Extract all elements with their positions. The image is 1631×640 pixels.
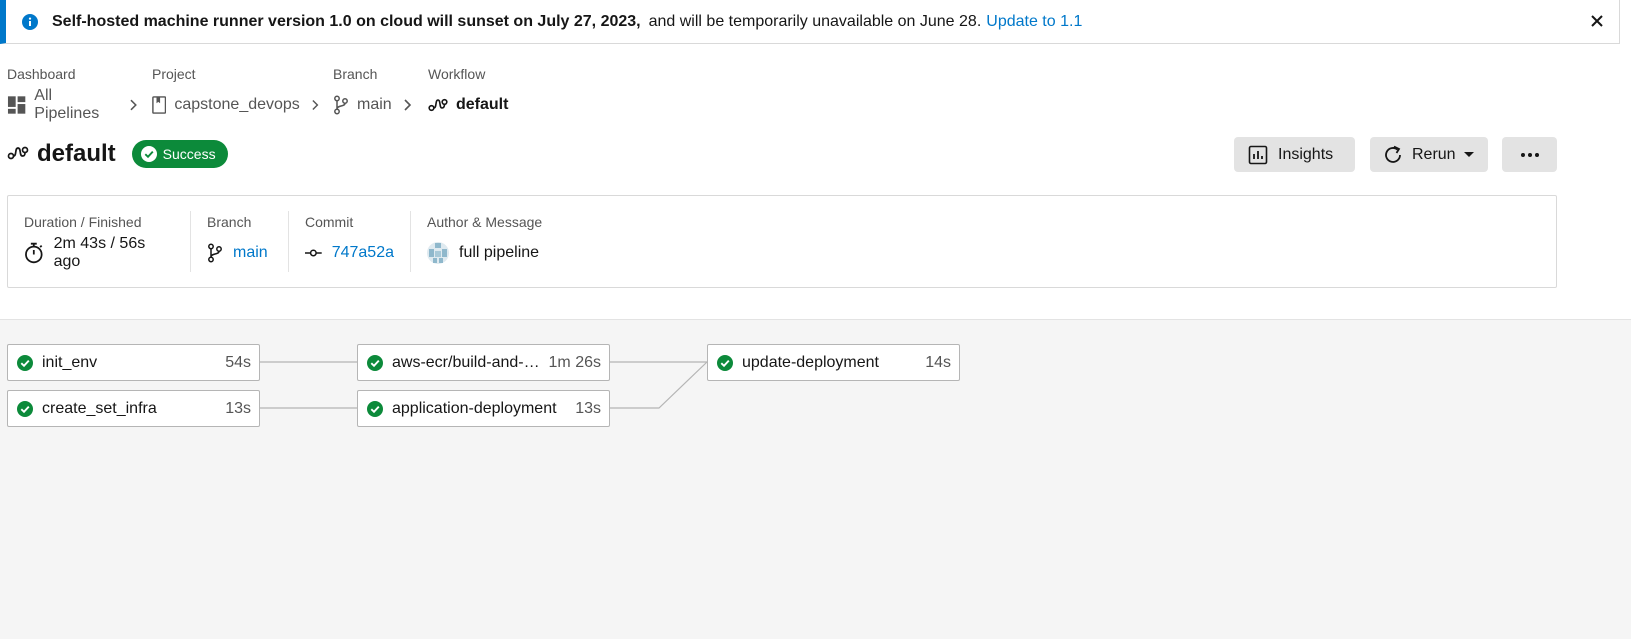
job-duration: 54s — [225, 353, 251, 371]
more-options-button[interactable] — [1502, 137, 1557, 172]
success-icon — [17, 400, 33, 417]
job-duration: 13s — [575, 399, 601, 417]
close-icon[interactable] — [1589, 13, 1605, 29]
duration-label: Duration / Finished — [24, 214, 142, 230]
job-name: create_set_infra — [42, 399, 157, 417]
author-label: Author & Message — [427, 214, 543, 230]
chevron-right-icon — [130, 99, 138, 111]
insights-button[interactable]: Insights — [1234, 137, 1355, 172]
job-name: update-deployment — [742, 353, 879, 371]
breadcrumb-label: Project — [152, 66, 196, 82]
job-name: aws-ecr/build-and-pu… — [392, 353, 547, 371]
chevron-right-icon — [404, 99, 411, 111]
rerun-label: Rerun — [1412, 145, 1456, 163]
job-update-deployment[interactable]: update-deployment 14s — [707, 344, 960, 381]
success-icon — [367, 400, 383, 417]
breadcrumb-label: Branch — [333, 66, 378, 82]
job-duration: 1m 26s — [548, 353, 601, 371]
banner-text: and will be temporarily unavailable on J… — [648, 12, 982, 30]
success-icon — [367, 354, 383, 371]
duration-value: 2m 43s / 56s ago — [53, 235, 146, 270]
check-circle-icon — [140, 146, 157, 162]
success-icon — [17, 354, 33, 371]
branch-link[interactable]: main — [233, 244, 268, 262]
breadcrumb-label: Dashboard — [7, 66, 76, 82]
rerun-button[interactable]: Rerun — [1370, 137, 1488, 172]
summary-branch: Branch main — [191, 211, 289, 272]
breadcrumb-value: main — [357, 96, 392, 113]
summary-commit: Commit 747a52a — [289, 211, 411, 272]
branch-label: Branch — [207, 214, 252, 230]
job-name: application-deployment — [392, 399, 557, 417]
page-title: default — [37, 140, 116, 167]
page-header: default Success — [7, 140, 228, 168]
update-link[interactable]: Update to 1.1 — [986, 13, 1082, 31]
summary-author-message: Author & Message full pipeline — [411, 211, 558, 272]
commit-label: Commit — [305, 214, 354, 230]
commit-icon — [305, 249, 322, 257]
insights-icon — [1248, 145, 1268, 164]
breadcrumb: Dashboard All Pipelines Project capstone… — [7, 66, 508, 122]
dashboard-icon — [7, 96, 26, 114]
commit-message: full pipeline — [459, 244, 540, 261]
project-icon — [152, 96, 167, 114]
branch-icon — [208, 243, 222, 263]
status-text: Success — [162, 146, 216, 162]
rerun-icon — [1385, 145, 1401, 163]
breadcrumb-label: Workflow — [428, 66, 486, 82]
breadcrumb-dashboard[interactable]: Dashboard All Pipelines — [7, 66, 152, 122]
workflow-icon — [428, 98, 448, 112]
success-icon — [717, 354, 733, 371]
breadcrumb-project[interactable]: Project capstone_devops — [152, 66, 333, 116]
breadcrumb-workflow: Workflow default — [428, 66, 508, 116]
more-horizontal-icon — [1520, 152, 1539, 157]
info-icon — [22, 13, 38, 30]
job-name: init_env — [42, 353, 98, 371]
avatar — [427, 242, 449, 264]
commit-link[interactable]: 747a52a — [332, 244, 394, 262]
banner-bold-text: Self-hosted machine runner version 1.0 o… — [52, 12, 641, 30]
insights-label: Insights — [1278, 145, 1334, 163]
job-aws-ecr-build-and-push[interactable]: aws-ecr/build-and-pu… 1m 26s — [357, 344, 610, 381]
job-init-env[interactable]: init_env 54s — [7, 344, 260, 381]
chevron-right-icon — [312, 99, 319, 111]
workflow-graph: init_env 54s create_set_infra 13s aws-ec… — [0, 319, 1631, 639]
summary-duration: Duration / Finished 2m 43s / 56s ago — [8, 211, 191, 272]
job-create-set-infra[interactable]: create_set_infra 13s — [7, 390, 260, 427]
job-duration: 14s — [925, 353, 951, 371]
job-duration: 13s — [225, 399, 251, 417]
pipeline-summary: Duration / Finished 2m 43s / 56s ago Bra… — [7, 195, 1557, 288]
workflow-icon — [7, 146, 29, 160]
caret-down-icon — [1463, 151, 1474, 157]
job-application-deployment[interactable]: application-deployment 13s — [357, 390, 610, 427]
breadcrumb-value: capstone_devops — [174, 96, 300, 113]
sunset-banner: Self-hosted machine runner version 1.0 o… — [0, 0, 1620, 44]
stopwatch-icon — [25, 242, 43, 264]
breadcrumb-branch[interactable]: Branch main — [333, 66, 428, 116]
breadcrumb-value: default — [456, 96, 509, 113]
status-badge: Success — [131, 140, 228, 168]
breadcrumb-value: All Pipelines — [34, 87, 100, 122]
branch-icon — [334, 95, 348, 115]
